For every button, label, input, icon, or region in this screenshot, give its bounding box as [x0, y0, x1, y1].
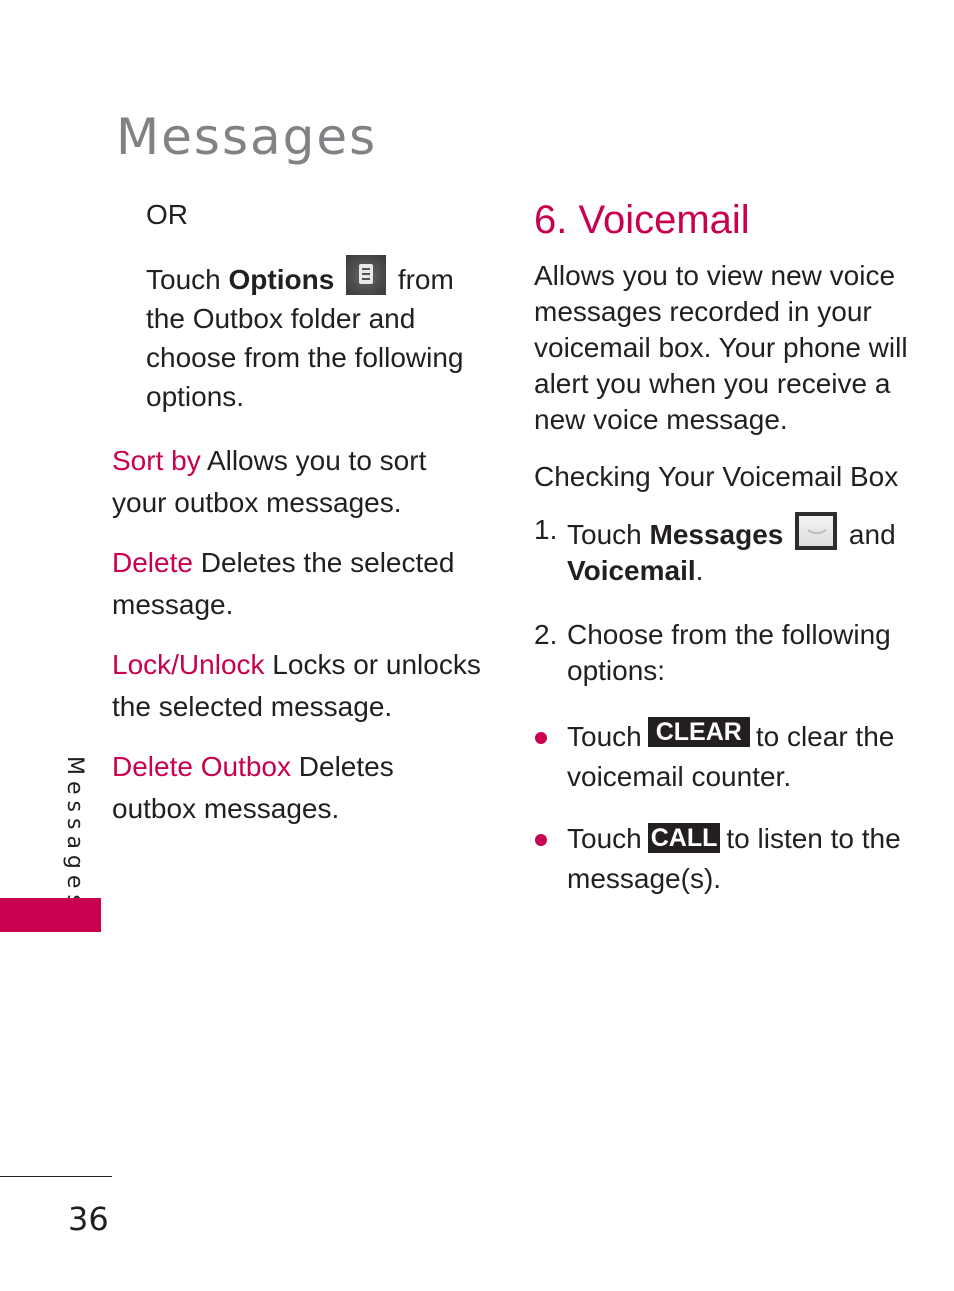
clear-key: CLEAR	[647, 717, 750, 747]
option-term: Delete Outbox	[112, 751, 291, 782]
option-term: Lock/Unlock	[112, 649, 265, 680]
page-number: 36	[68, 1200, 109, 1238]
voicemail-label: Voicemail	[567, 555, 696, 586]
option-term: Delete	[112, 547, 193, 578]
messages-envelope-icon	[795, 512, 838, 550]
option-lock-unlock: Lock/Unlock Locks or unlocks the selecte…	[112, 644, 482, 728]
footer-rule	[0, 1176, 112, 1177]
side-tab-label: Messages	[62, 756, 87, 912]
messages-label: Messages	[649, 519, 784, 550]
step-number: 1.	[534, 514, 558, 545]
section-title: 6. Voicemail	[534, 198, 750, 242]
step-prefix: Touch	[567, 519, 650, 550]
section-intro: Allows you to view new voice messages re…	[534, 260, 908, 435]
step-number: 2.	[534, 619, 558, 650]
bullet-dot-icon	[535, 834, 547, 846]
left-column: OR Touch Options from the Outbox folder …	[112, 196, 482, 848]
options-label: Options	[228, 264, 335, 295]
call-key: CALL	[647, 823, 721, 853]
touch-prefix: Touch	[146, 264, 229, 295]
side-tab-marker	[0, 898, 101, 932]
bullet-clear: Touch CLEAR to clear the voicemail counter…	[534, 717, 924, 797]
step-text: Choose from the following options:	[567, 619, 891, 686]
bullet-dot-icon	[535, 732, 547, 744]
right-column: 6. Voicemail Allows you to view new voic…	[534, 196, 924, 921]
bullet-prefix: Touch	[567, 721, 642, 752]
touch-options-instruction: Touch Options from the Outbox folder and…	[146, 255, 482, 416]
bullet-call: Touch CALL to listen to the message(s).	[534, 819, 924, 899]
option-delete-outbox: Delete Outbox Deletes outbox messages.	[112, 746, 482, 830]
step-2: 2. Choose from the following options:	[534, 617, 924, 689]
page-title: Messages	[116, 107, 378, 166]
option-term: Sort by	[112, 445, 201, 476]
bullet-prefix: Touch	[567, 823, 642, 854]
step-middle: and	[841, 519, 896, 550]
or-text: OR	[146, 199, 188, 230]
option-sort-by: Sort by Allows you to sort your outbox m…	[112, 440, 482, 524]
option-delete: Delete Deletes the selected message.	[112, 542, 482, 626]
step-suffix: .	[695, 555, 704, 586]
step-1: 1. Touch Messages and Voicemail.	[534, 512, 924, 589]
options-menu-icon	[346, 255, 387, 295]
subheading: Checking Your Voicemail Box	[534, 461, 899, 492]
